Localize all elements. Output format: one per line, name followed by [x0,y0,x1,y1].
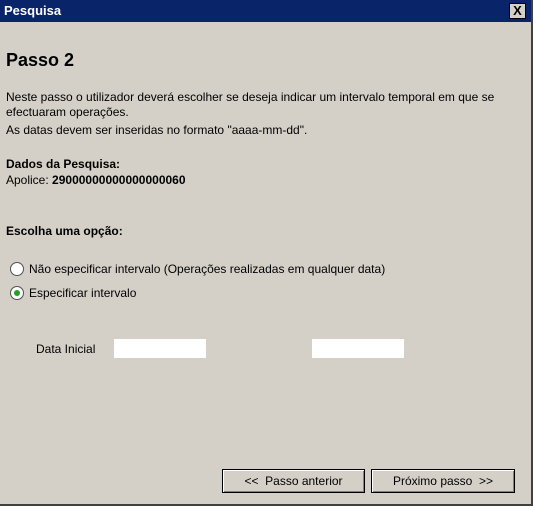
radio-no-interval[interactable]: Não especificar intervalo (Operações rea… [10,262,385,276]
policy-info: Apolice: 29000000000000000060 [6,173,186,187]
close-button[interactable]: X [509,3,526,19]
next-step-label: Próximo passo >> [392,474,494,488]
radio-button-checked[interactable] [10,286,24,300]
close-icon: X [513,3,522,18]
end-date-input[interactable] [312,339,404,358]
radio-specify-interval-label: Especificar intervalo [29,286,137,300]
start-date-input[interactable] [114,339,206,358]
policy-value: 29000000000000000060 [52,173,186,187]
step-heading: Passo 2 [6,50,75,70]
previous-step-label: << Passo anterior [244,474,343,488]
search-data-title: Dados da Pesquisa: [6,157,121,171]
step-instruction: Neste passo o utilizador deverá escolher… [6,90,495,119]
previous-step-button[interactable]: << Passo anterior [222,469,365,493]
policy-label: Apolice: [6,173,49,187]
options-title: Escolha uma opção: [6,224,123,238]
radio-no-interval-label: Não especificar intervalo (Operações rea… [29,262,386,276]
start-date-label: Data Inicial [36,342,96,356]
dialog-window: Pesquisa X Passo 2 Neste passo o utiliza… [0,0,533,506]
radio-button-unchecked[interactable] [10,262,24,276]
next-step-button[interactable]: Próximo passo >> [371,469,515,493]
window-title: Pesquisa [4,3,62,18]
radio-specify-interval[interactable]: Especificar intervalo [10,286,136,300]
date-format-note: As datas devem ser inseridas no formato … [6,123,308,137]
title-bar: Pesquisa X [0,0,531,22]
